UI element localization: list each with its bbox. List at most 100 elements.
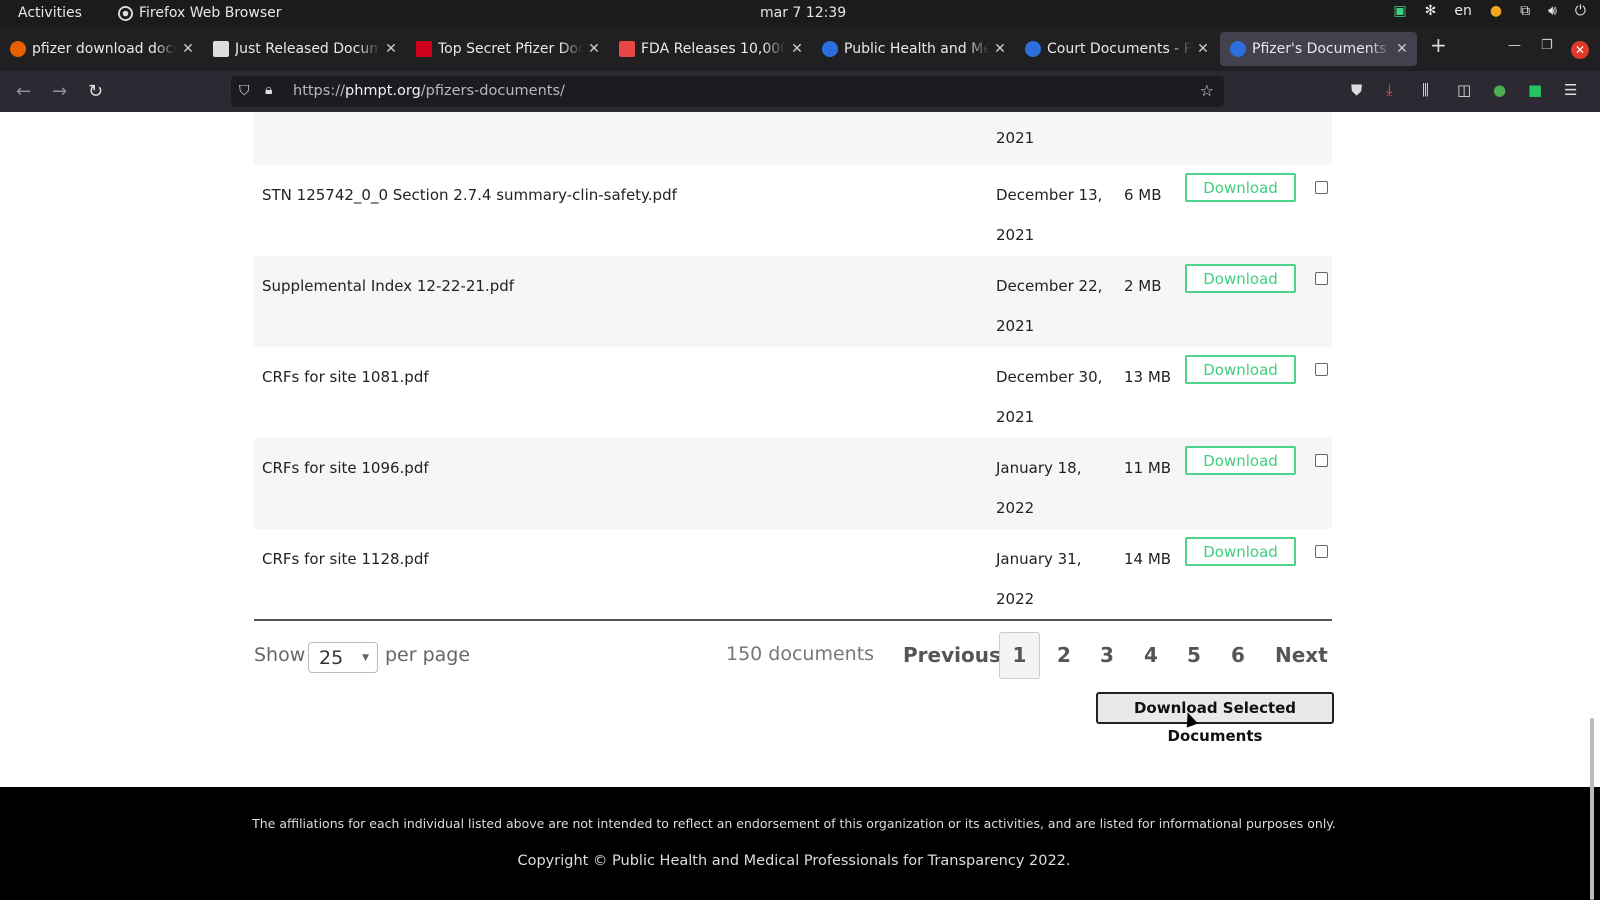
forward-arrow-icon[interactable]: → xyxy=(52,81,67,102)
tab-2[interactable]: Just Released Docum ✕ xyxy=(203,32,406,66)
app-menu[interactable]: Firefox Web Browser xyxy=(118,5,282,21)
app-indicator-icon[interactable]: ▣ xyxy=(1393,3,1406,19)
page-content: 2021 STN 125742_0_0 Section 2.7.4 summar… xyxy=(0,112,1600,787)
table-row: CRFs for site 1128.pdf January 31, 2022 1… xyxy=(254,529,1332,620)
bookmark-star-icon[interactable]: ☆ xyxy=(1200,81,1214,100)
table-row: CRFs for site 1096.pdf January 18, 2022 1… xyxy=(254,438,1332,529)
select-checkbox[interactable] xyxy=(1315,272,1328,285)
tab-close-icon[interactable]: ✕ xyxy=(1395,41,1409,57)
tab-favicon-icon xyxy=(1230,41,1246,57)
new-tab-button[interactable]: + xyxy=(1430,33,1447,57)
extension-2-icon[interactable]: ■ xyxy=(1528,81,1542,99)
tab-active[interactable]: Pfizer's Documents - P ✕ xyxy=(1220,32,1417,66)
show-label: Show xyxy=(254,644,306,666)
downloads-icon[interactable]: ⤓ xyxy=(1386,81,1393,99)
file-date: December 30, 2021 xyxy=(996,368,1103,426)
per-page-value: 25 xyxy=(319,647,344,669)
tab-close-icon[interactable]: ✕ xyxy=(993,41,1007,57)
download-button[interactable]: Download xyxy=(1185,446,1296,475)
minimize-button[interactable]: — xyxy=(1508,38,1521,53)
app-name: Firefox Web Browser xyxy=(139,5,282,21)
page-link-3[interactable]: 3 xyxy=(1100,643,1114,667)
url-text[interactable]: https://phmpt.org/pfizers-documents/ xyxy=(293,83,565,99)
tracking-shield-icon[interactable]: ⛉ xyxy=(239,83,250,99)
notification-dot-icon[interactable]: ● xyxy=(1490,3,1502,19)
menu-hamburger-icon[interactable]: ☰ xyxy=(1564,81,1577,99)
download-button[interactable]: Download xyxy=(1185,355,1296,384)
tab-close-icon[interactable]: ✕ xyxy=(587,41,601,57)
tab-1[interactable]: pfizer download docu ✕ xyxy=(0,32,203,66)
select-checkbox[interactable] xyxy=(1315,363,1328,376)
pocket-icon[interactable]: ⛊ xyxy=(1351,81,1362,99)
file-size: 6 MB xyxy=(1124,186,1162,204)
file-size: 11 MB xyxy=(1124,459,1172,477)
tab-favicon-icon xyxy=(822,41,838,57)
file-date: January 18, 2022 xyxy=(996,459,1082,517)
slack-icon[interactable]: ✻ xyxy=(1425,3,1437,19)
tab-bar: pfizer download docu ✕ Just Released Doc… xyxy=(0,27,1600,71)
tab-title: Court Documents - Pu xyxy=(1047,41,1192,57)
restore-button[interactable]: ❐ xyxy=(1541,38,1553,53)
page-link-6[interactable]: 6 xyxy=(1231,643,1245,667)
page-link-current[interactable]: 1 xyxy=(999,632,1040,679)
file-size: 2 MB xyxy=(1124,277,1162,295)
file-date: 2021 xyxy=(996,129,1035,147)
network-icon[interactable]: ⧉ xyxy=(1520,3,1530,19)
tab-3[interactable]: Top Secret Pfizer Doc ✕ xyxy=(406,32,609,66)
download-button[interactable]: Download xyxy=(1185,173,1296,202)
table-row: CRFs for site 1081.pdf December 30, 2021 … xyxy=(254,347,1332,438)
tab-title: Just Released Docum xyxy=(235,41,380,57)
clock[interactable]: mar 7 12:39 xyxy=(760,5,846,21)
download-button[interactable]: Download xyxy=(1185,537,1296,566)
extension-icon[interactable]: ● xyxy=(1493,81,1506,99)
table-row: Supplemental Index 12-22-21.pdf December… xyxy=(254,256,1332,347)
select-checkbox[interactable] xyxy=(1315,454,1328,467)
tab-close-icon[interactable]: ✕ xyxy=(181,41,195,57)
volume-icon[interactable]: 🔊︎ xyxy=(1548,3,1557,19)
system-tray[interactable]: ▣ ✻ en ● ⧉ 🔊︎ ⏻ xyxy=(1393,3,1586,19)
tab-close-icon[interactable]: ✕ xyxy=(790,41,804,57)
tab-title: Public Health and Me xyxy=(844,41,989,57)
file-name: Supplemental Index 12-22-21.pdf xyxy=(262,277,515,295)
table-bottom-divider xyxy=(254,619,1332,621)
page-link-2[interactable]: 2 xyxy=(1057,643,1071,667)
file-date: January 31, 2022 xyxy=(996,550,1082,608)
window-close-button[interactable]: ✕ xyxy=(1571,41,1589,59)
tab-favicon-icon xyxy=(1025,41,1041,57)
url-bar[interactable]: ⛉ 🔒︎ https://phmpt.org/pfizers-documents… xyxy=(231,76,1224,107)
tab-title: Pfizer's Documents - P xyxy=(1252,41,1391,57)
file-name: CRFs for site 1128.pdf xyxy=(262,550,429,568)
select-checkbox[interactable] xyxy=(1315,181,1328,194)
page-scrollbar[interactable] xyxy=(1590,718,1594,900)
page-link-4[interactable]: 4 xyxy=(1144,643,1158,667)
select-checkbox[interactable] xyxy=(1315,545,1328,558)
file-date: December 13, 2021 xyxy=(996,186,1103,244)
copyright-text: Copyright © Public Health and Medical Pr… xyxy=(517,853,1071,869)
tab-close-icon[interactable]: ✕ xyxy=(1196,41,1210,57)
sidebar-icon[interactable]: ◫ xyxy=(1457,81,1471,99)
tab-close-icon[interactable]: ✕ xyxy=(384,41,398,57)
lock-icon[interactable]: 🔒︎ xyxy=(265,82,272,98)
power-icon[interactable]: ⏻ xyxy=(1575,3,1586,19)
back-arrow-icon[interactable]: ← xyxy=(16,81,31,102)
next-page-link[interactable]: Next xyxy=(1275,643,1328,667)
file-name: CRFs for site 1081.pdf xyxy=(262,368,429,386)
download-selected-button[interactable]: Download Selected Documents xyxy=(1096,692,1334,745)
per-page-select[interactable]: 25 ▼ xyxy=(308,642,378,673)
previous-page-link[interactable]: Previous xyxy=(903,643,1001,667)
document-count: 150 documents xyxy=(726,643,875,665)
file-name: STN 125742_0_0 Section 2.7.4 summary-cli… xyxy=(262,186,677,204)
reload-icon[interactable]: ↻ xyxy=(88,81,103,102)
table-row: STN 125742_0_0 Section 2.7.4 summary-cli… xyxy=(254,165,1332,256)
navigation-toolbar: ← → ↻ ⛉ 🔒︎ https://phmpt.org/pfizers-doc… xyxy=(0,71,1600,112)
language-indicator[interactable]: en xyxy=(1454,3,1472,19)
page-link-5[interactable]: 5 xyxy=(1187,643,1201,667)
affiliations-disclaimer: The affiliations for each individual lis… xyxy=(252,816,1336,831)
tab-5[interactable]: Public Health and Me ✕ xyxy=(812,32,1015,66)
download-button[interactable]: Download xyxy=(1185,264,1296,293)
library-icon[interactable]: ⫼ xyxy=(1422,81,1429,99)
tab-4[interactable]: FDA Releases 10,000 Pa ✕ xyxy=(609,32,812,66)
tab-favicon-icon xyxy=(10,41,26,57)
activities-button[interactable]: Activities xyxy=(18,5,82,21)
tab-6[interactable]: Court Documents - Pu ✕ xyxy=(1015,32,1218,66)
